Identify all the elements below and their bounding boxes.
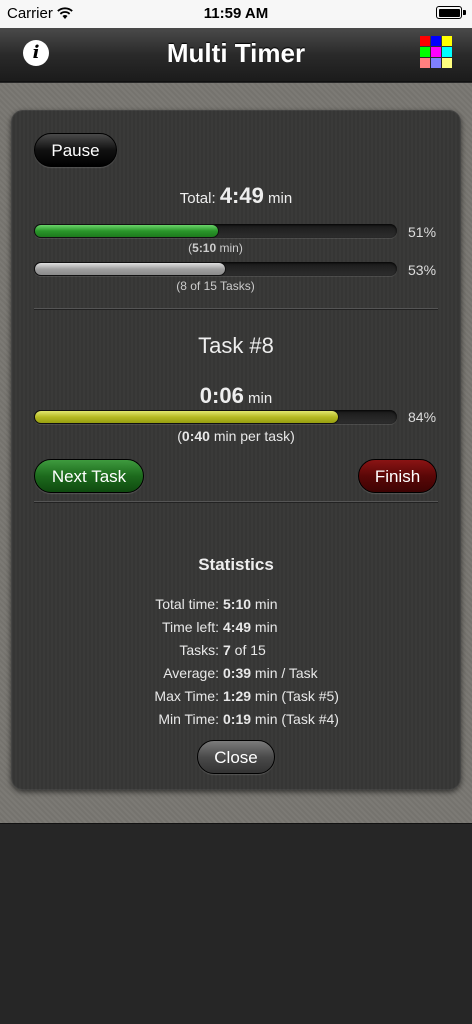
grid-swatch [420, 36, 430, 46]
bottom-area [0, 825, 472, 1024]
total-time-progress-fill [34, 224, 220, 238]
stat-rest: min [251, 619, 278, 635]
divider [34, 501, 438, 502]
stat-value-wrap: 7 of 15 [219, 642, 266, 658]
stat-row-min-time: Min Time: 0:19 min (Task #4) [11, 711, 461, 727]
stat-value-wrap: 1:29 min (Task #5) [219, 688, 339, 704]
stat-row-time-left: Time left: 4:49 min [11, 619, 461, 635]
stat-value: 0:39 [223, 665, 252, 681]
stat-value-wrap: 5:10 min [219, 596, 277, 612]
next-task-button[interactable]: Next Task [34, 459, 144, 493]
stat-label: Time left: [161, 619, 219, 635]
stat-row-total-time: Total time: 5:10 min [11, 596, 461, 612]
stat-label: Tasks: [179, 642, 219, 658]
stat-label: Max Time: [154, 688, 219, 704]
stat-value-wrap: 0:39 min / Task [219, 665, 318, 681]
tasks-percent: 53% [408, 262, 437, 278]
task-title: Task #8 [198, 333, 274, 358]
clock: 11:59 AM [203, 5, 269, 22]
timers-grid-icon[interactable] [420, 36, 452, 68]
nav-bar: i Multi Timer [0, 28, 472, 82]
elapsed-value: 5:10 [192, 241, 217, 255]
stat-label: Average: [163, 665, 219, 681]
stat-row-max-time: Max Time: 1:29 min (Task #5) [11, 688, 461, 704]
total-prefix: Total: [179, 190, 216, 207]
statistics-heading: Statistics [198, 555, 274, 574]
stat-rest: min / Task [251, 665, 318, 681]
tasks-caption: (8 of 15 Tasks) [176, 279, 255, 293]
close-button[interactable]: Close [197, 740, 275, 774]
task-time-value: 0:06 [199, 383, 244, 408]
stat-value-wrap: 4:49 min [219, 619, 277, 635]
per-task-value: 0:40 [181, 428, 210, 444]
finish-button[interactable]: Finish [358, 459, 437, 493]
app-title: Multi Timer [166, 38, 306, 68]
grid-swatch [431, 47, 441, 57]
stat-value-wrap: 0:19 min (Task #4) [219, 711, 339, 727]
caption-close: min) [216, 241, 243, 255]
total-value: 4:49 [219, 183, 264, 208]
tasks-progress [34, 262, 397, 276]
status-bar: Carrier 11:59 AM [0, 0, 472, 28]
grid-swatch [442, 47, 452, 57]
stat-label: Min Time: [158, 711, 219, 727]
stat-value: 1:29 [223, 688, 252, 704]
grid-swatch [431, 58, 441, 68]
grid-swatch [420, 47, 430, 57]
total-time-percent: 51% [408, 224, 437, 240]
grid-swatch [431, 36, 441, 46]
task-progress-fill [34, 410, 339, 424]
stat-rest: min (Task #5) [251, 688, 339, 704]
grid-swatch [442, 58, 452, 68]
total-time-label: Total: 4:49 min [11, 183, 461, 209]
pause-button[interactable]: Pause [34, 133, 117, 167]
per-rest: min per task) [209, 428, 295, 444]
total-unit: min [268, 190, 293, 207]
total-time-progress [34, 224, 397, 238]
stat-rest: min [251, 596, 278, 612]
grid-swatch [420, 58, 430, 68]
stat-value: 5:10 [223, 596, 252, 612]
stat-row-average: Average: 0:39 min / Task [11, 665, 461, 681]
stat-value: 4:49 [223, 619, 252, 635]
grid-swatch [442, 36, 452, 46]
task-time-unit: min [248, 390, 273, 407]
stat-row-tasks: Tasks: 7 of 15 [11, 642, 461, 658]
divider [34, 308, 438, 309]
total-elapsed-caption: (5:10 min) [34, 241, 397, 255]
task-percent: 84% [408, 409, 437, 425]
tasks-progress-fill [34, 262, 227, 276]
battery-icon [436, 6, 466, 19]
per-task-caption: (0:40 min per task) [11, 428, 461, 444]
stat-value: 0:19 [223, 711, 252, 727]
stat-rest: of 15 [230, 642, 266, 658]
stat-rest: min (Task #4) [251, 711, 339, 727]
task-progress [34, 410, 397, 424]
task-time-label: 0:06 min [11, 383, 461, 409]
stat-label: Total time: [155, 596, 219, 612]
stat-value: 7 [223, 642, 231, 658]
